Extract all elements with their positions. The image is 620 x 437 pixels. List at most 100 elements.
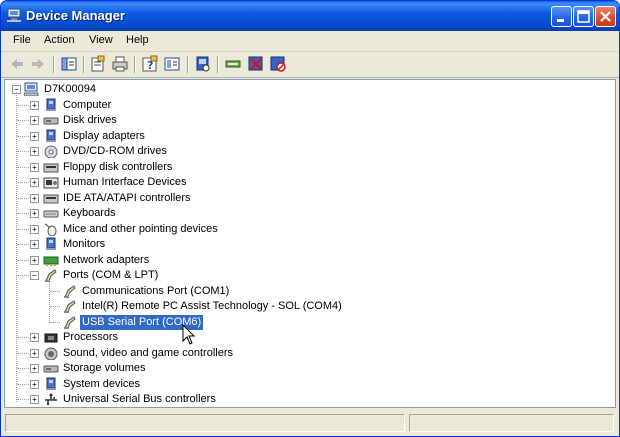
expand-icon[interactable]: + xyxy=(30,163,39,172)
expand-icon[interactable]: + xyxy=(30,101,39,110)
expand-icon[interactable]: + xyxy=(30,178,39,187)
device-category-row[interactable]: + Keyboards xyxy=(5,206,605,221)
device-category-row[interactable]: + Storage volumes xyxy=(5,361,605,376)
expand-icon[interactable]: + xyxy=(30,209,39,218)
usb-icon xyxy=(43,392,59,406)
toolbar-separator xyxy=(134,56,136,73)
category-label: DVD/CD-ROM drives xyxy=(63,145,167,157)
tree-connector xyxy=(17,167,31,168)
title-bar[interactable]: Device Manager xyxy=(1,1,619,31)
device-tree[interactable]: − D7K00094 + Computer + Disk drives + Display… xyxy=(4,79,616,408)
maximize-button[interactable] xyxy=(573,6,594,27)
device-category-row[interactable]: + Sound, video and game controllers xyxy=(5,346,605,361)
device-manager-icon xyxy=(7,8,23,22)
category-label: Keyboards xyxy=(63,207,116,219)
root-label: D7K00094 xyxy=(44,83,96,95)
toolbar-separator xyxy=(53,56,55,73)
minimize-button[interactable] xyxy=(551,6,572,27)
tree-connector xyxy=(50,291,60,292)
category-label: Monitors xyxy=(63,238,106,250)
category-label: Processors xyxy=(63,331,119,343)
device-manager-window: Device Manager File Action View Help ? −… xyxy=(0,0,620,437)
device-category-row[interactable]: + Mice and other pointing devices xyxy=(5,222,605,237)
category-label: Network adapters xyxy=(63,254,150,266)
status-panel-secondary xyxy=(409,414,614,432)
processor-icon xyxy=(43,330,59,344)
back-icon[interactable] xyxy=(8,55,28,73)
device-category-row[interactable]: + Processors xyxy=(5,330,605,345)
collapse-icon[interactable]: − xyxy=(30,271,39,280)
category-label: Display adapters xyxy=(63,130,145,142)
port-device-row[interactable]: Communications Port (COM1) xyxy=(5,284,605,299)
update-driver-icon[interactable] xyxy=(224,55,244,73)
tree-root[interactable]: − D7K00094 xyxy=(5,82,305,97)
tree-connector xyxy=(17,136,31,137)
expand-icon[interactable]: + xyxy=(30,147,39,156)
floppy-controller-icon xyxy=(43,160,59,174)
device-category-row[interactable]: + Universal Serial Bus controllers xyxy=(5,392,605,407)
uninstall-icon[interactable] xyxy=(247,55,267,73)
expand-icon[interactable]: + xyxy=(30,349,39,358)
category-label: Disk drives xyxy=(63,114,117,126)
tree-connector xyxy=(17,120,31,121)
expand-icon[interactable]: + xyxy=(30,380,39,389)
print-icon[interactable] xyxy=(111,55,131,73)
scan-hardware-icon[interactable] xyxy=(194,55,214,73)
system-devices-icon xyxy=(43,377,59,391)
sound-icon xyxy=(43,346,59,361)
expand-icon[interactable]: + xyxy=(30,256,39,265)
tree-connector xyxy=(49,280,50,323)
display-adapter-icon xyxy=(43,129,59,143)
expand-icon[interactable]: + xyxy=(30,225,39,234)
expand-icon[interactable]: + xyxy=(30,395,39,404)
expand-icon[interactable]: + xyxy=(30,132,39,141)
category-label: Universal Serial Bus controllers xyxy=(63,393,216,405)
forward-icon[interactable] xyxy=(29,55,49,73)
device-category-row[interactable]: + Human Interface Devices xyxy=(5,175,605,190)
menu-help[interactable]: Help xyxy=(126,34,149,46)
device-category-row[interactable]: + DVD/CD-ROM drives xyxy=(5,144,605,159)
expand-icon[interactable]: + xyxy=(30,333,39,342)
expand-icon[interactable]: + xyxy=(30,116,39,125)
menu-action[interactable]: Action xyxy=(44,34,75,46)
device-category-row[interactable]: + Disk drives xyxy=(5,113,605,128)
device-category-row[interactable]: − Ports (COM & LPT) xyxy=(5,268,605,283)
device-label: Communications Port (COM1) xyxy=(82,285,230,297)
show-hide-tree-icon[interactable] xyxy=(60,55,80,73)
menu-file[interactable]: File xyxy=(13,34,31,46)
expand-icon[interactable]: + xyxy=(30,240,39,249)
device-category-row[interactable]: + System devices xyxy=(5,377,605,392)
device-category-row[interactable]: + Display adapters xyxy=(5,129,605,144)
device-category-row[interactable]: + Computer xyxy=(5,98,605,113)
computer-root-icon xyxy=(23,82,40,97)
device-category-row[interactable]: + Network adapters xyxy=(5,253,605,268)
category-label: System devices xyxy=(63,378,141,390)
computer-icon xyxy=(43,98,59,112)
expand-icon[interactable]: + xyxy=(30,194,39,203)
port-icon xyxy=(62,284,78,298)
tree-connector xyxy=(17,182,31,183)
window-title: Device Manager xyxy=(26,8,125,23)
menu-view[interactable]: View xyxy=(89,34,113,46)
status-panel-main xyxy=(5,414,405,432)
device-category-row[interactable]: + Floppy disk controllers xyxy=(5,160,605,175)
device-category-row[interactable]: + IDE ATA/ATAPI controllers xyxy=(5,191,605,206)
category-label: Floppy disk controllers xyxy=(63,161,173,173)
tree-connector xyxy=(50,322,60,323)
port-device-row[interactable]: Intel(R) Remote PC Assist Technology - S… xyxy=(5,299,605,314)
properties-icon[interactable] xyxy=(89,55,109,73)
view-icon[interactable] xyxy=(163,55,183,73)
device-label: Intel(R) Remote PC Assist Technology - S… xyxy=(82,300,342,312)
menu-bar: File Action View Help xyxy=(1,31,619,52)
close-button[interactable] xyxy=(595,6,616,27)
device-category-row[interactable]: + Monitors xyxy=(5,237,605,252)
category-label: Human Interface Devices xyxy=(63,176,187,188)
port-icon xyxy=(62,299,78,313)
toolbar: ? xyxy=(1,52,619,78)
disable-icon[interactable] xyxy=(269,55,289,73)
category-label: Computer xyxy=(63,99,112,111)
expand-icon[interactable]: + xyxy=(30,364,39,373)
port-device-row[interactable]: USB Serial Port (COM6) xyxy=(5,314,605,331)
category-label: Ports (COM & LPT) xyxy=(63,269,159,281)
help-icon[interactable]: ? xyxy=(141,55,161,73)
